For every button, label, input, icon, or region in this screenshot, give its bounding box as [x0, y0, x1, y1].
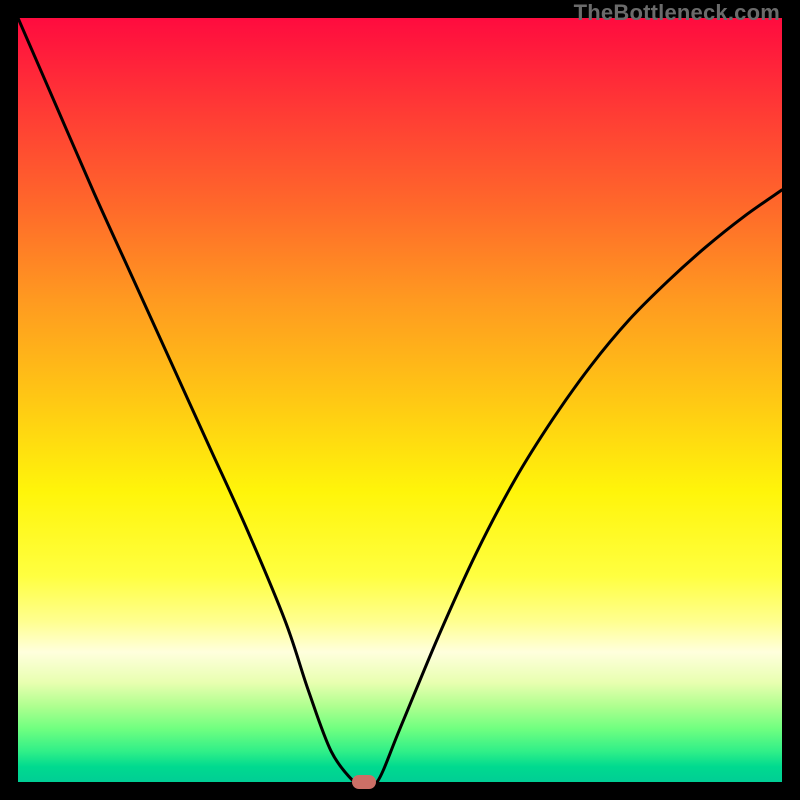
curve-layer — [18, 18, 782, 782]
bottleneck-curve — [18, 18, 782, 782]
chart-container: TheBottleneck.com — [0, 0, 800, 800]
optimal-marker — [352, 775, 376, 789]
watermark-text: TheBottleneck.com — [574, 0, 780, 26]
